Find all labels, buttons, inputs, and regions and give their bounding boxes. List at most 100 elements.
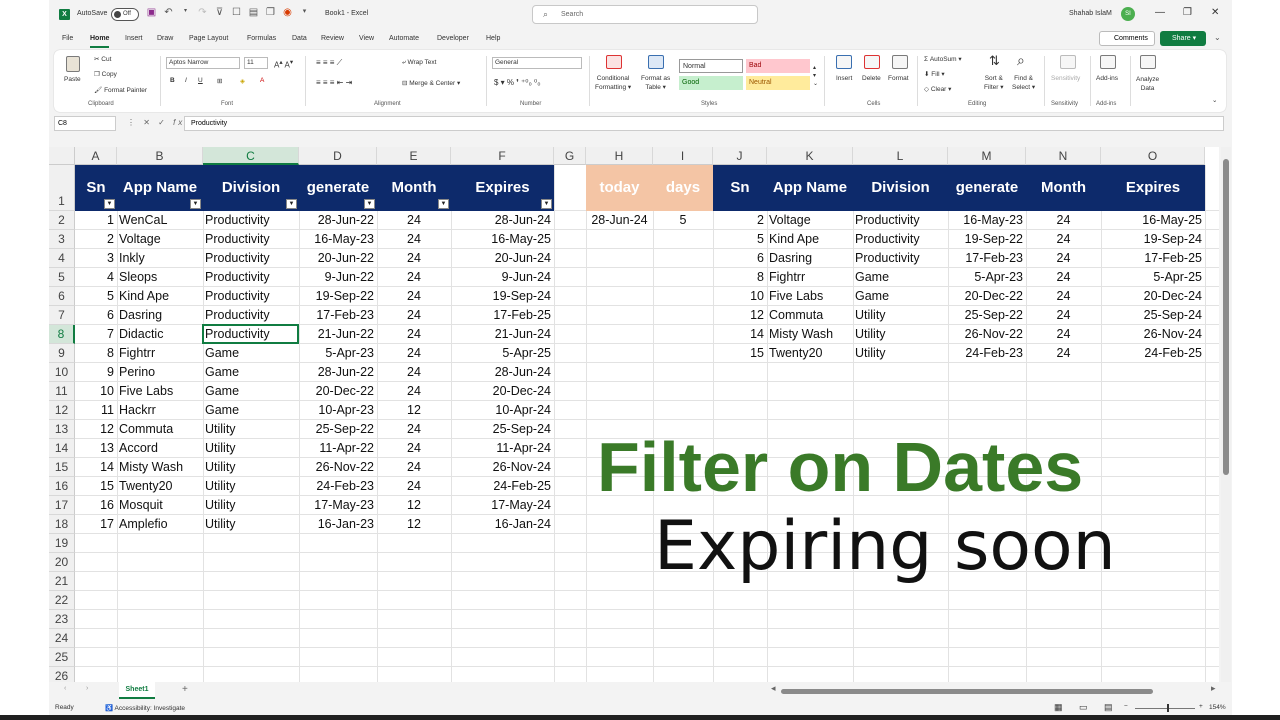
- left-table-cell[interactable]: Fightrr: [117, 344, 203, 363]
- row-header-14[interactable]: 14: [49, 439, 75, 458]
- right-table-cell[interactable]: 24: [1026, 287, 1101, 306]
- copy-icon[interactable]: ❐: [265, 7, 276, 18]
- right-table-cell[interactable]: 15: [713, 344, 767, 363]
- left-table-cell[interactable]: Productivity: [203, 287, 299, 306]
- undo-dropdown-icon[interactable]: ▾: [180, 7, 191, 18]
- font-grow-icon[interactable]: A▴ A▾: [274, 58, 293, 70]
- zoom-in-icon[interactable]: +: [1199, 703, 1203, 710]
- left-table-cell[interactable]: Productivity: [203, 249, 299, 268]
- column-header-d[interactable]: D: [299, 147, 377, 165]
- left-table-cell[interactable]: 10-Apr-23: [299, 401, 377, 420]
- right-table-cell[interactable]: 24-Feb-23: [948, 344, 1026, 363]
- left-table-cell[interactable]: 28-Jun-24: [451, 363, 554, 382]
- left-table-cell[interactable]: Amplefio: [117, 515, 203, 534]
- format-as-table-icon[interactable]: [648, 55, 664, 69]
- row-header-23[interactable]: 23: [49, 610, 75, 629]
- right-table-cell[interactable]: 24: [1026, 230, 1101, 249]
- fill-color-icon[interactable]: ◈: [240, 77, 245, 85]
- fx-icon[interactable]: ⋮ ✕ ✓ fx: [127, 118, 185, 127]
- customize-qat-icon[interactable]: ▾: [299, 7, 310, 18]
- right-table-cell[interactable]: 12: [713, 306, 767, 325]
- right-table-cell[interactable]: 6: [713, 249, 767, 268]
- scroll-left-icon[interactable]: ◂: [771, 683, 776, 694]
- column-header-a[interactable]: A: [75, 147, 117, 165]
- right-table-cell[interactable]: 26-Nov-24: [1101, 325, 1205, 344]
- tab-page-layout[interactable]: Page Layout: [189, 35, 228, 42]
- analyze-data-button[interactable]: Analyze Data: [1136, 75, 1159, 93]
- left-table-cell[interactable]: 24: [377, 211, 451, 230]
- row-header-13[interactable]: 13: [49, 420, 75, 439]
- left-table-cell[interactable]: Didactic: [117, 325, 203, 344]
- left-table-cell[interactable]: 24: [377, 439, 451, 458]
- row-header-8[interactable]: 8: [49, 325, 75, 344]
- right-table-cell[interactable]: Kind Ape: [767, 230, 853, 249]
- left-table-cell[interactable]: 6: [75, 306, 117, 325]
- style-good[interactable]: Good: [679, 76, 743, 90]
- left-table-cell[interactable]: 21-Jun-22: [299, 325, 377, 344]
- left-table-cell[interactable]: 11: [75, 401, 117, 420]
- left-table-cell[interactable]: 28-Jun-22: [299, 211, 377, 230]
- name-box[interactable]: C8: [54, 116, 116, 131]
- fill-button[interactable]: ⬇ Fill ▾: [924, 70, 945, 78]
- column-header-b[interactable]: B: [117, 147, 203, 165]
- left-table-cell[interactable]: 24: [377, 363, 451, 382]
- row-header-18[interactable]: 18: [49, 515, 75, 534]
- user-name[interactable]: Shahab IslaM: [1069, 10, 1112, 17]
- format-cells-button[interactable]: Format: [888, 75, 909, 82]
- criteria-value-days[interactable]: 5: [653, 211, 713, 230]
- number-format-icons[interactable]: $ ▾ % ❜ ⁺⁰₀ ⁰₀: [494, 78, 541, 87]
- zoom-out-icon[interactable]: −: [1124, 703, 1128, 710]
- scroll-right-icon[interactable]: ▸: [1211, 683, 1216, 694]
- left-table-cell[interactable]: 24-Feb-25: [451, 477, 554, 496]
- left-table-cell[interactable]: 9-Jun-22: [299, 268, 377, 287]
- right-table-cell[interactable]: 24: [1026, 249, 1101, 268]
- left-table-cell[interactable]: 24: [377, 458, 451, 477]
- style-neutral[interactable]: Neutral: [746, 76, 810, 90]
- row-header-16[interactable]: 16: [49, 477, 75, 496]
- collapse-ribbon-icon[interactable]: ⌄: [1212, 96, 1217, 104]
- delete-cells-icon[interactable]: [864, 55, 880, 69]
- paste-icon[interactable]: [66, 56, 80, 72]
- right-table-cell[interactable]: 10: [713, 287, 767, 306]
- align-horizontal-icons[interactable]: ≡ ≡ ≡ ⇤ ⇥: [316, 78, 352, 87]
- formula-input[interactable]: Productivity: [184, 116, 1224, 131]
- next-sheet-icon[interactable]: ›: [86, 685, 88, 692]
- restore-icon[interactable]: ❐: [1183, 7, 1192, 18]
- avatar[interactable]: SI: [1121, 7, 1135, 21]
- right-table-cell[interactable]: Twenty20: [767, 344, 853, 363]
- left-table-cell[interactable]: Game: [203, 363, 299, 382]
- tab-insert[interactable]: Insert: [125, 35, 143, 42]
- row-header-24[interactable]: 24: [49, 629, 75, 648]
- row-header-10[interactable]: 10: [49, 363, 75, 382]
- left-table-cell[interactable]: 19-Sep-22: [299, 287, 377, 306]
- ribbon-options-icon[interactable]: ⌄: [1214, 33, 1221, 42]
- right-table-cell[interactable]: Misty Wash: [767, 325, 853, 344]
- left-table-cell[interactable]: 17-May-23: [299, 496, 377, 515]
- merge-center-button[interactable]: ⊟ Merge & Center ▾: [402, 79, 460, 87]
- left-table-cell[interactable]: 16-May-23: [299, 230, 377, 249]
- add-sheet-icon[interactable]: +: [182, 684, 188, 695]
- left-table-cell[interactable]: 24: [377, 249, 451, 268]
- left-table-cell[interactable]: 12: [377, 496, 451, 515]
- row-header-19[interactable]: 19: [49, 534, 75, 553]
- left-table-cell[interactable]: Five Labs: [117, 382, 203, 401]
- right-table-cell[interactable]: Utility: [853, 344, 948, 363]
- right-table-cell[interactable]: Utility: [853, 306, 948, 325]
- normal-view-icon[interactable]: ▦: [1054, 702, 1063, 713]
- tab-automate[interactable]: Automate: [389, 35, 419, 42]
- right-table-cell[interactable]: 24: [1026, 268, 1101, 287]
- left-table-cell[interactable]: 9: [75, 363, 117, 382]
- left-table-cell[interactable]: 17: [75, 515, 117, 534]
- right-table-cell[interactable]: Productivity: [853, 249, 948, 268]
- left-table-cell[interactable]: 16-May-25: [451, 230, 554, 249]
- right-table-cell[interactable]: Fightrr: [767, 268, 853, 287]
- column-header-n[interactable]: N: [1026, 147, 1101, 165]
- redo-icon[interactable]: ↷: [197, 7, 208, 18]
- left-table-cell[interactable]: Utility: [203, 439, 299, 458]
- tab-file[interactable]: File: [62, 35, 73, 42]
- left-table-cell[interactable]: Game: [203, 401, 299, 420]
- left-table-cell[interactable]: 12: [377, 515, 451, 534]
- left-table-cell[interactable]: 5-Apr-25: [451, 344, 554, 363]
- left-table-cell[interactable]: Accord: [117, 439, 203, 458]
- left-table-cell[interactable]: Game: [203, 382, 299, 401]
